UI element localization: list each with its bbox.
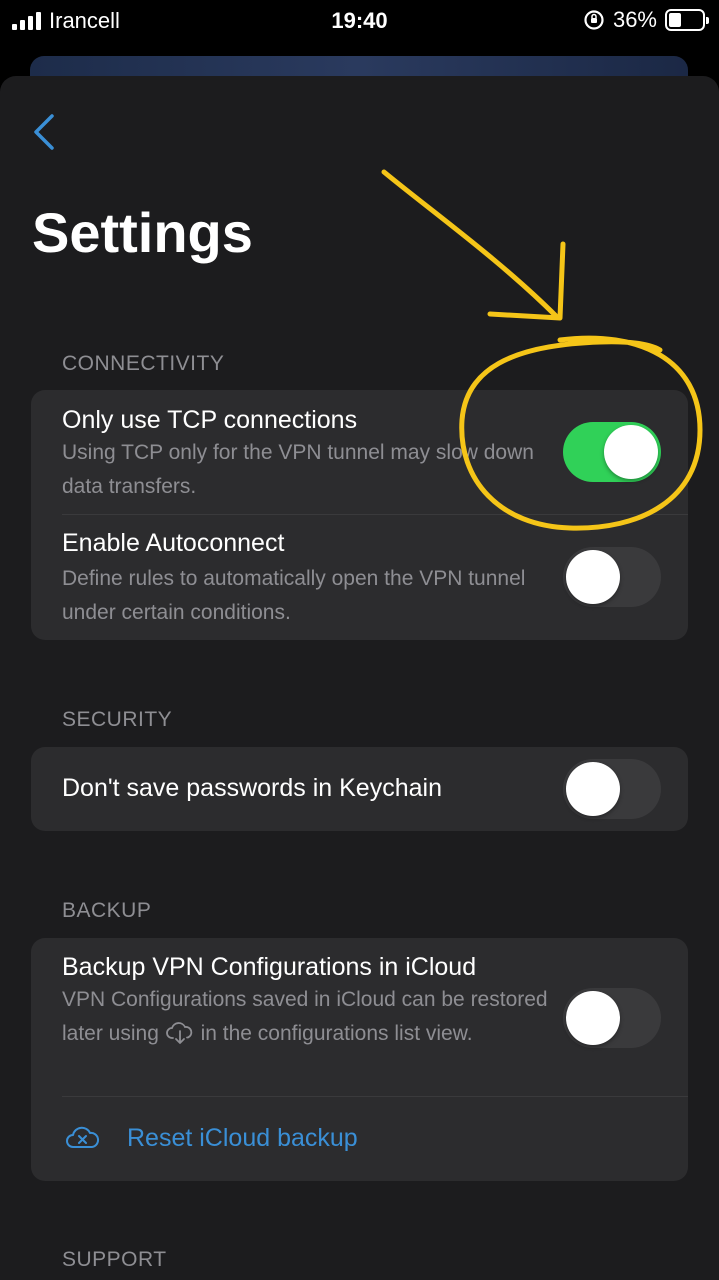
keychain-toggle[interactable] bbox=[563, 759, 661, 819]
keychain-title: Don't save passwords in Keychain bbox=[62, 774, 442, 802]
security-group: Don't save passwords in Keychain bbox=[31, 747, 688, 831]
icloud-backup-title: Backup VPN Configurations in iCloud bbox=[62, 953, 477, 981]
toggle-knob bbox=[566, 550, 620, 604]
back-chevron-icon[interactable] bbox=[26, 110, 66, 154]
section-header-security: SECURITY bbox=[62, 708, 173, 731]
section-header-backup: BACKUP bbox=[62, 899, 152, 922]
toggle-knob bbox=[566, 991, 620, 1045]
icloud-backup-row: Backup VPN Configurations in iCloud VPN … bbox=[31, 938, 688, 1096]
toggle-knob bbox=[566, 762, 620, 816]
cloud-x-icon bbox=[66, 1126, 100, 1148]
settings-sheet: Settings CONNECTIVITY Only use TCP conne… bbox=[0, 76, 719, 1280]
autoconnect-description: Define rules to automatically open the V… bbox=[62, 567, 526, 624]
battery-group: 36% bbox=[583, 7, 709, 33]
reset-icloud-backup-label: Reset iCloud backup bbox=[127, 1124, 358, 1152]
icloud-description-part2: in the configurations list view. bbox=[200, 1022, 473, 1045]
autoconnect-row: Enable Autoconnect Define rules to autom… bbox=[31, 515, 688, 639]
battery-icon bbox=[665, 9, 709, 31]
tcp-row: Only use TCP connections Using TCP only … bbox=[31, 390, 688, 514]
backup-group: Backup VPN Configurations in iCloud VPN … bbox=[31, 938, 688, 1181]
page-title: Settings bbox=[32, 201, 253, 264]
battery-percent: 36% bbox=[612, 7, 657, 32]
tcp-toggle[interactable] bbox=[563, 422, 661, 482]
section-header-connectivity: CONNECTIVITY bbox=[62, 352, 225, 375]
tcp-description: Using TCP only for the VPN tunnel may sl… bbox=[62, 441, 534, 498]
status-bar: Irancell 19:40 36% bbox=[0, 0, 719, 44]
toggle-knob bbox=[604, 425, 658, 479]
reset-icloud-backup-button[interactable]: Reset iCloud backup bbox=[31, 1097, 688, 1181]
icloud-backup-toggle[interactable] bbox=[563, 988, 661, 1048]
icloud-backup-description: VPN Configurations saved in iCloud can b… bbox=[62, 983, 552, 1051]
autoconnect-toggle[interactable] bbox=[563, 547, 661, 607]
section-header-support: SUPPORT bbox=[62, 1248, 167, 1271]
autoconnect-title: Enable Autoconnect bbox=[62, 529, 285, 557]
cloud-download-icon bbox=[165, 1022, 192, 1044]
keychain-row: Don't save passwords in Keychain bbox=[31, 747, 688, 831]
tcp-title: Only use TCP connections bbox=[62, 406, 358, 434]
connectivity-group: Only use TCP connections Using TCP only … bbox=[31, 390, 688, 640]
rotation-lock-icon bbox=[584, 10, 604, 30]
